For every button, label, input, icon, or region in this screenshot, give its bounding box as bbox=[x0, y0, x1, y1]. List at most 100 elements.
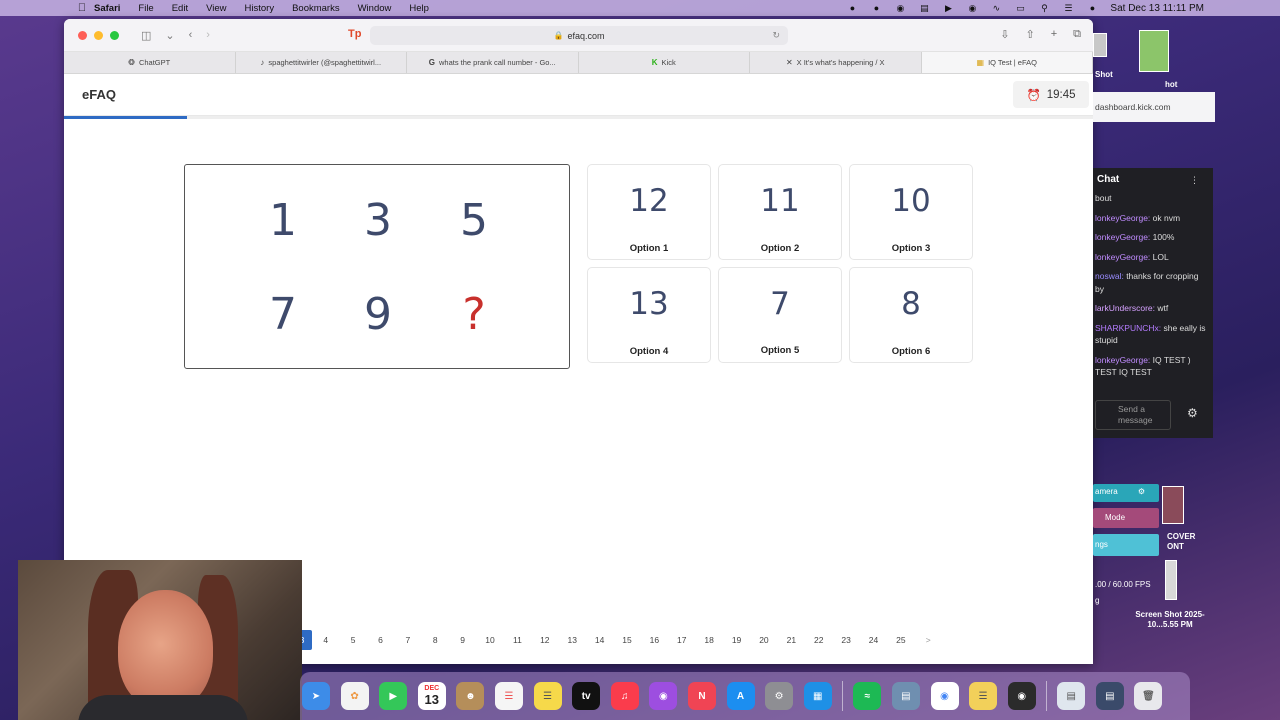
maps-icon[interactable]: ➤ bbox=[302, 682, 330, 710]
page-button[interactable]: 20 bbox=[750, 630, 777, 650]
close-window-button[interactable] bbox=[78, 30, 87, 40]
page-button[interactable]: 16 bbox=[641, 630, 668, 650]
search-icon[interactable]: ⚲ bbox=[1038, 3, 1050, 13]
photos-icon[interactable]: ✿ bbox=[340, 682, 369, 710]
more-options-icon[interactable]: ⋮ bbox=[1190, 175, 1199, 186]
menu-history[interactable]: History bbox=[245, 3, 275, 14]
menu-view[interactable]: View bbox=[206, 3, 226, 14]
forward-icon[interactable]: › bbox=[206, 29, 210, 41]
menu-help[interactable]: Help bbox=[409, 3, 429, 14]
apple-tv-icon[interactable]: tv bbox=[572, 682, 601, 710]
chrome-icon[interactable]: ◉ bbox=[930, 682, 959, 710]
page-button[interactable]: 9 bbox=[449, 630, 476, 650]
tab-google[interactable]: G whats the prank call number - Go... bbox=[407, 52, 579, 73]
music-icon[interactable]: ♫ bbox=[610, 682, 639, 710]
status-app-icon-2[interactable]: ● bbox=[870, 3, 882, 13]
answer-option-3[interactable]: 10 Option 3 bbox=[849, 164, 973, 260]
apple-menu-icon[interactable]:  bbox=[70, 2, 94, 14]
page-button[interactable]: 21 bbox=[778, 630, 805, 650]
obs-camera-button[interactable]: amera ⚙ bbox=[1093, 484, 1159, 502]
obs-icon[interactable]: ◉ bbox=[1007, 682, 1036, 710]
obs-mode-button[interactable]: Mode bbox=[1093, 508, 1159, 528]
minimize-window-button[interactable] bbox=[94, 30, 103, 40]
facetime-icon[interactable]: ▶ bbox=[379, 682, 408, 710]
back-icon[interactable]: ‹ bbox=[189, 29, 193, 41]
page-button[interactable]: 23 bbox=[832, 630, 859, 650]
tab-overview-icon[interactable]: ⧉ bbox=[1073, 28, 1081, 41]
page-button[interactable]: 22 bbox=[805, 630, 832, 650]
chat-username[interactable]: lonkeyGeorge: bbox=[1095, 213, 1150, 223]
trash-icon[interactable]: 🗑 bbox=[1134, 682, 1163, 710]
chevron-down-icon[interactable]: ⌄ bbox=[165, 29, 174, 42]
site-logo[interactable]: eFAQ bbox=[82, 87, 116, 102]
page-button[interactable]: 24 bbox=[860, 630, 887, 650]
answer-option-2[interactable]: 11 Option 2 bbox=[718, 164, 842, 260]
downloads-icon[interactable]: ⇩ bbox=[1000, 28, 1009, 41]
menu-bookmarks[interactable]: Bookmarks bbox=[292, 3, 340, 14]
recent-stack-icon[interactable]: ▤ bbox=[1095, 682, 1124, 710]
play-icon[interactable]: ▶ bbox=[942, 3, 954, 13]
battery-icon[interactable]: ▭ bbox=[1014, 3, 1026, 13]
contacts-icon[interactable]: ☻ bbox=[456, 682, 485, 710]
next-page-button[interactable]: > bbox=[915, 630, 942, 650]
chat-username[interactable]: larkUnderscore: bbox=[1095, 303, 1155, 313]
page-button[interactable]: 18 bbox=[695, 630, 722, 650]
tab-tiktok[interactable]: ♪ spaghettitwirler (@spaghettitwirl... bbox=[236, 52, 407, 73]
menubar-clock[interactable]: Sat Dec 13 11:11 PM bbox=[1110, 3, 1204, 14]
chat-message-input[interactable]: Send a message bbox=[1095, 400, 1171, 430]
obs-settings-button[interactable]: ngs bbox=[1093, 534, 1159, 556]
windows-app-icon[interactable]: ▦ bbox=[803, 682, 832, 710]
zoom-window-button[interactable] bbox=[110, 30, 119, 40]
answer-option-1[interactable]: 12 Option 1 bbox=[587, 164, 711, 260]
status-app-icon[interactable]: ● bbox=[846, 3, 858, 13]
reload-icon[interactable]: ↻ bbox=[772, 30, 780, 41]
share-icon[interactable]: ⇧ bbox=[1025, 28, 1034, 41]
dashboard-url-bar[interactable]: dashboard.kick.com bbox=[1093, 92, 1215, 122]
control-center-icon[interactable]: ☰ bbox=[1062, 3, 1074, 13]
desktop-file-thumbnail[interactable] bbox=[1093, 33, 1107, 57]
stickies-icon[interactable]: ☰ bbox=[969, 682, 998, 710]
page-button[interactable]: 11 bbox=[504, 630, 531, 650]
app-store-icon[interactable]: A bbox=[726, 682, 755, 710]
news-icon[interactable]: N bbox=[687, 682, 716, 710]
menu-window[interactable]: Window bbox=[358, 3, 392, 14]
page-button[interactable]: 14 bbox=[586, 630, 613, 650]
answer-option-6[interactable]: 8 Option 6 bbox=[849, 267, 973, 363]
menu-edit[interactable]: Edit bbox=[172, 3, 188, 14]
tab-x[interactable]: ✕ X It's what's happening / X bbox=[750, 52, 922, 73]
gear-icon[interactable]: ⚙ bbox=[1138, 487, 1145, 496]
answer-option-5[interactable]: 7 Option 5 bbox=[718, 267, 842, 363]
gear-icon[interactable]: ⚙ bbox=[1187, 406, 1198, 420]
desktop-file-thumbnail[interactable] bbox=[1162, 486, 1184, 524]
page-button[interactable]: 19 bbox=[723, 630, 750, 650]
tab-iq-test[interactable]: ▦ IQ Test | eFAQ bbox=[921, 52, 1093, 73]
chat-username[interactable]: lonkeyGeorge: bbox=[1095, 355, 1150, 365]
page-button[interactable]: 13 bbox=[559, 630, 586, 650]
page-button[interactable]: 4 bbox=[312, 630, 339, 650]
tab-kick[interactable]: K Kick bbox=[579, 52, 750, 73]
downloads-stack-icon[interactable]: ▤ bbox=[1057, 682, 1086, 710]
page-button[interactable]: 15 bbox=[613, 630, 640, 650]
chat-username[interactable]: SHARKPUNCHx: bbox=[1095, 323, 1161, 333]
page-button[interactable]: 17 bbox=[668, 630, 695, 650]
printer-icon[interactable]: ▤ bbox=[918, 3, 930, 13]
menu-app-name[interactable]: Safari bbox=[94, 3, 120, 14]
desktop-file-thumbnail[interactable] bbox=[1165, 560, 1177, 600]
extension-tp-icon[interactable]: Tp bbox=[348, 28, 361, 40]
new-tab-icon[interactable]: + bbox=[1051, 28, 1057, 41]
calendar-icon[interactable]: DEC 13 bbox=[417, 682, 446, 710]
page-button[interactable]: 12 bbox=[531, 630, 558, 650]
preview-icon[interactable]: ▤ bbox=[891, 682, 920, 710]
sidebar-toggle-icon[interactable]: ◫ bbox=[141, 29, 151, 42]
chat-username[interactable]: lonkeyGeorge: bbox=[1095, 232, 1150, 242]
siri-icon[interactable]: ● bbox=[1086, 3, 1098, 13]
page-button[interactable]: 5 bbox=[339, 630, 366, 650]
menu-file[interactable]: File bbox=[138, 3, 153, 14]
tab-chatgpt[interactable]: ❂ ChatGPT bbox=[64, 52, 236, 73]
wifi-icon[interactable]: ∿ bbox=[990, 3, 1002, 13]
chat-username[interactable]: noswal: bbox=[1095, 271, 1124, 281]
page-button[interactable]: 8 bbox=[422, 630, 449, 650]
system-settings-icon[interactable]: ⚙ bbox=[765, 682, 794, 710]
podcasts-icon[interactable]: ◉ bbox=[649, 682, 678, 710]
page-button[interactable]: 25 bbox=[887, 630, 914, 650]
